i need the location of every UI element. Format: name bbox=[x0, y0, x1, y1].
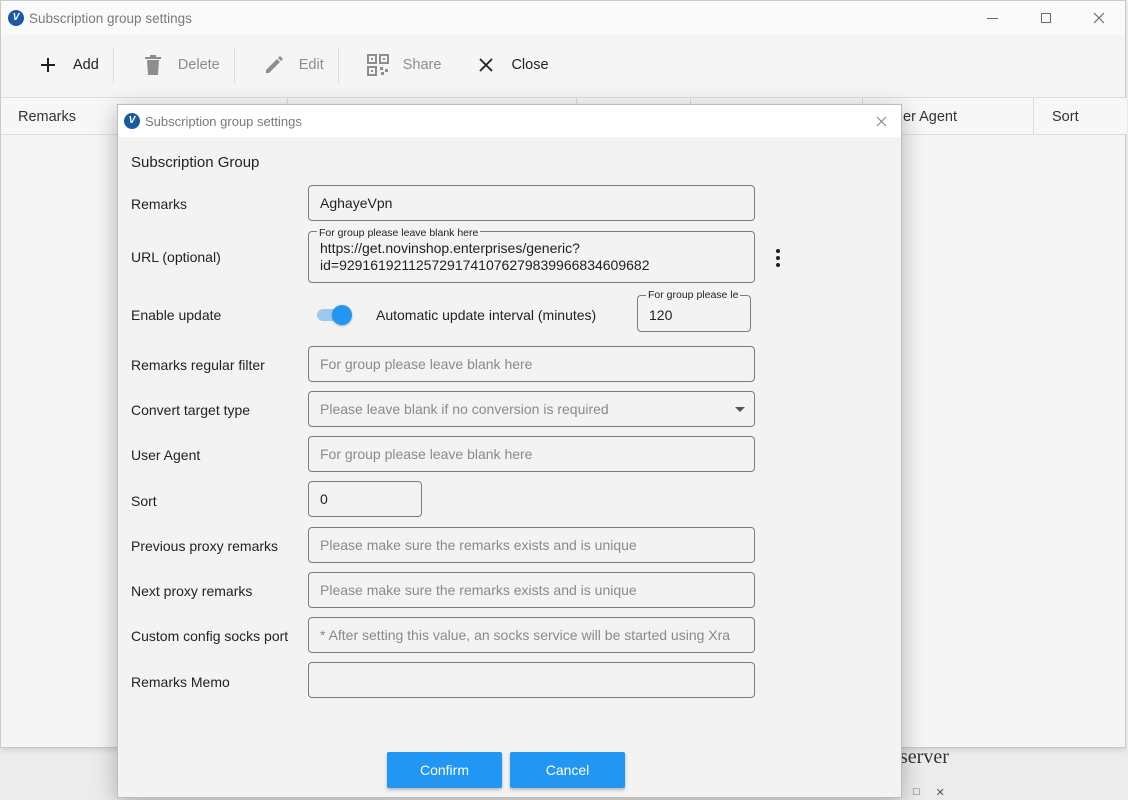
remarks-input[interactable]: AghayeVpn bbox=[308, 185, 755, 221]
memo-input[interactable] bbox=[308, 662, 755, 698]
delete-label: Delete bbox=[177, 57, 220, 73]
more-options-button[interactable] bbox=[771, 249, 785, 267]
close-button[interactable]: Close bbox=[455, 45, 562, 85]
delete-button[interactable]: Delete bbox=[114, 45, 234, 85]
prev-proxy-input[interactable]: Please make sure the remarks exists and … bbox=[308, 527, 755, 563]
column-header-label: er Agent bbox=[903, 108, 958, 125]
column-header-sort[interactable]: Sort bbox=[1034, 98, 1127, 135]
dropdown-arrow-icon bbox=[735, 407, 745, 412]
toolbar: Add Delete Edit Share Close bbox=[9, 35, 1119, 95]
close-icon bbox=[1093, 12, 1104, 24]
trash-icon bbox=[142, 54, 164, 76]
url-value-line2: id=9291619211257291741076279839966834609… bbox=[320, 257, 650, 273]
app-logo-icon: V bbox=[124, 113, 140, 129]
add-label: Add bbox=[73, 57, 99, 73]
share-label: Share bbox=[402, 57, 442, 73]
close-label: Close bbox=[511, 57, 549, 73]
user-agent-label: User Agent bbox=[131, 447, 201, 463]
enable-update-label: Enable update bbox=[131, 307, 222, 323]
share-button[interactable]: Share bbox=[339, 45, 456, 85]
sort-input[interactable]: 0 bbox=[308, 481, 422, 517]
remarks-label: Remarks bbox=[131, 196, 188, 212]
main-titlebar: V Subscription group settings bbox=[1, 1, 1125, 35]
dialog-titlebar: V Subscription group settings bbox=[118, 105, 901, 137]
cancel-button[interactable]: Cancel bbox=[510, 752, 625, 788]
close-window-button[interactable] bbox=[1072, 1, 1125, 35]
column-header-label: Remarks bbox=[18, 108, 77, 125]
subscription-group-dialog: V Subscription group settings Subscripti… bbox=[117, 104, 902, 798]
section-title: Subscription Group bbox=[131, 154, 260, 171]
prev-proxy-label: Previous proxy remarks bbox=[131, 538, 279, 554]
url-label: URL (optional) bbox=[131, 249, 221, 265]
plus-icon bbox=[37, 54, 59, 76]
sort-value: 0 bbox=[320, 491, 328, 507]
remarks-filter-label: Remarks regular filter bbox=[131, 357, 265, 373]
remarks-value: AghayeVpn bbox=[320, 195, 393, 211]
qr-code-icon bbox=[366, 54, 389, 76]
convert-target-placeholder: Please leave blank if no conversion is r… bbox=[320, 401, 609, 417]
minimize-button[interactable] bbox=[966, 1, 1019, 35]
next-proxy-label: Next proxy remarks bbox=[131, 583, 253, 599]
window-controls bbox=[966, 1, 1125, 35]
interval-label: Automatic update interval (minutes) bbox=[376, 307, 597, 323]
next-proxy-input[interactable]: Please make sure the remarks exists and … bbox=[308, 572, 755, 608]
interval-input[interactable]: For group please le 120 bbox=[637, 289, 751, 332]
maximize-icon bbox=[1040, 13, 1051, 23]
convert-target-select[interactable]: Please leave blank if no conversion is r… bbox=[308, 391, 755, 427]
prev-proxy-placeholder: Please make sure the remarks exists and … bbox=[320, 537, 637, 553]
url-value-line1: https://get.novinshop.enterprises/generi… bbox=[320, 240, 580, 256]
convert-target-label: Convert target type bbox=[131, 402, 251, 418]
url-input[interactable]: For group please leave blank here https:… bbox=[308, 225, 755, 283]
user-agent-placeholder: For group please leave blank here bbox=[320, 446, 533, 462]
main-window-title: Subscription group settings bbox=[29, 10, 192, 26]
add-button[interactable]: Add bbox=[9, 45, 113, 85]
app-logo-icon: V bbox=[8, 10, 24, 26]
close-x-icon bbox=[475, 54, 497, 76]
more-vertical-icon bbox=[776, 249, 780, 253]
close-icon: ✕ bbox=[935, 787, 945, 799]
pencil-icon bbox=[263, 54, 285, 76]
dialog-close-button[interactable] bbox=[871, 111, 891, 131]
confirm-button[interactable]: Confirm bbox=[387, 752, 502, 788]
column-header-label: Sort bbox=[1052, 108, 1079, 125]
socks-port-label: Custom config socks port bbox=[131, 628, 289, 644]
memo-label: Remarks Memo bbox=[131, 674, 230, 690]
background-text: server bbox=[900, 746, 949, 768]
remarks-filter-input[interactable]: For group please leave blank here bbox=[308, 346, 755, 382]
cancel-label: Cancel bbox=[545, 762, 590, 778]
enable-update-toggle[interactable] bbox=[315, 305, 355, 325]
interval-hint: For group please le bbox=[646, 289, 741, 301]
dialog-title: Subscription group settings bbox=[145, 113, 302, 129]
next-proxy-placeholder: Please make sure the remarks exists and … bbox=[320, 582, 637, 598]
remarks-filter-placeholder: For group please leave blank here bbox=[320, 356, 533, 372]
maximize-button[interactable] bbox=[1019, 1, 1072, 35]
close-icon bbox=[876, 116, 886, 126]
edit-label: Edit bbox=[298, 57, 324, 73]
confirm-label: Confirm bbox=[419, 762, 469, 778]
more-vertical-icon-dot bbox=[776, 256, 780, 260]
toggle-knob bbox=[332, 305, 352, 325]
interval-value: 120 bbox=[649, 307, 673, 323]
url-hint: For group please leave blank here bbox=[317, 225, 481, 242]
socks-port-input[interactable]: * After setting this value, an socks ser… bbox=[308, 617, 755, 653]
minimize-icon bbox=[987, 17, 998, 19]
socks-port-placeholder: * After setting this value, an socks ser… bbox=[320, 627, 731, 643]
sort-label: Sort bbox=[131, 493, 157, 509]
more-vertical-icon-dot bbox=[776, 263, 780, 267]
user-agent-input[interactable]: For group please leave blank here bbox=[308, 436, 755, 472]
edit-button[interactable]: Edit bbox=[235, 45, 338, 85]
maximize-icon: □ bbox=[913, 786, 920, 798]
